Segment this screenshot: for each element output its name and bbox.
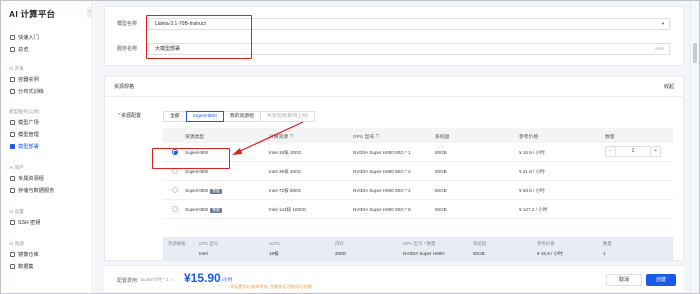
tab-superh800[interactable]: SuperH800 (185, 111, 224, 122)
fee-formula: 15.90/小时 * 1 = (140, 277, 173, 282)
summary-header: 数量 (603, 241, 612, 246)
summary-header: GPU 型号 * 数量 (403, 241, 436, 246)
summary-value: Intel (199, 251, 208, 256)
footer-bar: 配置费用: 15.90/小时 * 1 = ¥15.90 /小时 实际费用以账单为… (104, 265, 684, 292)
summary-label: 资源规格: (168, 241, 187, 246)
summary-header: 系统盘 (473, 241, 487, 246)
fee-label: 配置费用: (117, 278, 139, 284)
summary-value: 18核 (269, 251, 279, 256)
summary-value: 50GB (473, 251, 485, 256)
fee-total: ¥15.90 (184, 271, 221, 285)
fee-note: 实际费用以账单为准, 余额充足才能成功创建 (230, 284, 312, 289)
fee-unit: /小时 (222, 277, 233, 282)
cancel-button[interactable]: 取消 (606, 274, 642, 286)
summary-header: 参考价格 (537, 241, 555, 246)
selection-summary: 资源规格: CPU 型号 vCPU 内存 GPU 型号 * 数量 系统盘 参考价… (163, 237, 673, 261)
summary-header: CPU 型号 (199, 241, 219, 246)
summary-header: 内存 (335, 241, 344, 246)
summary-header: vCPU (269, 241, 281, 246)
summary-value: 1 (603, 251, 606, 256)
create-button[interactable]: 创建 (646, 274, 676, 286)
summary-value: NVIDIA Super H800- (403, 251, 446, 256)
summary-value: ¥ 15.9 / 小时 (537, 251, 563, 256)
summary-value: 200G (335, 251, 347, 256)
